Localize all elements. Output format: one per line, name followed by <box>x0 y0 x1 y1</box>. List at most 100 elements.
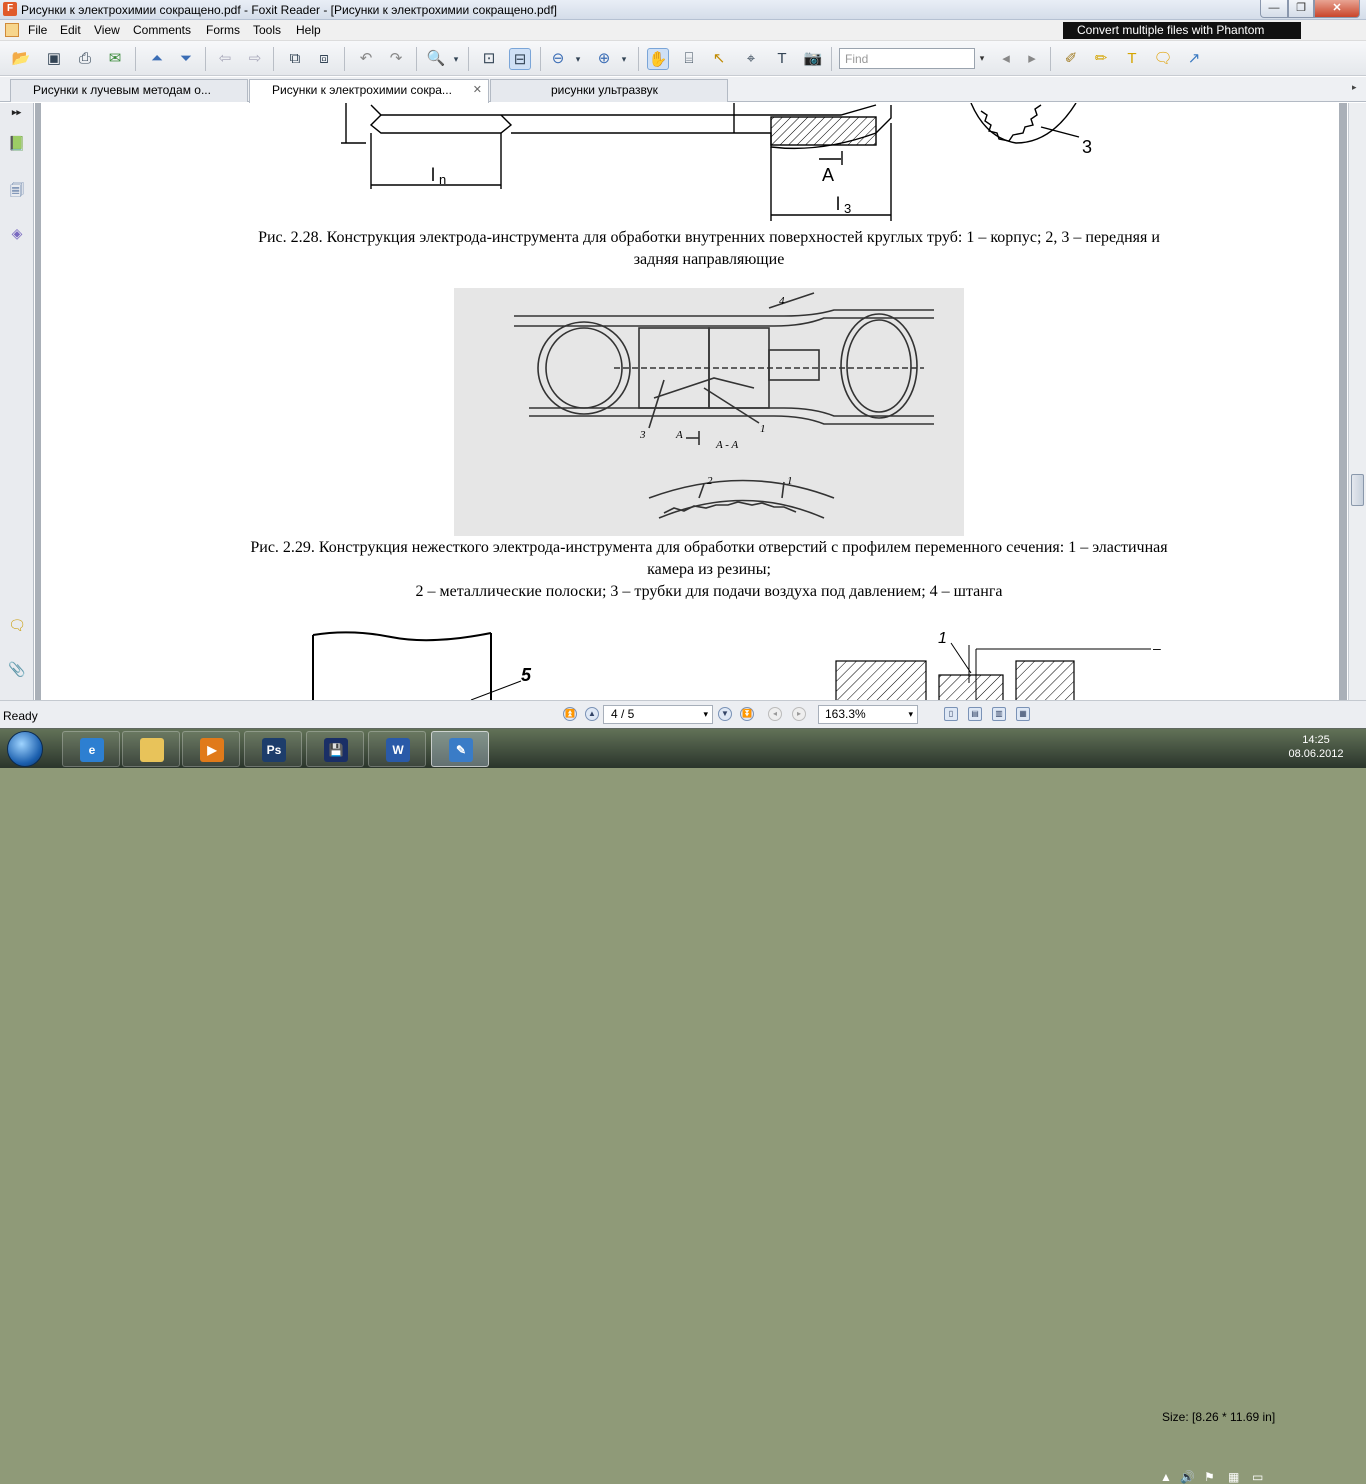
ad-banner[interactable]: Convert multiple files with Phantom <box>1063 22 1301 39</box>
single-page-icon[interactable]: ▯ <box>944 707 958 721</box>
vertical-scrollbar[interactable] <box>1348 103 1366 700</box>
tab-scroll-icon[interactable]: ▸ <box>1352 82 1364 96</box>
back-icon[interactable]: ⇦ <box>214 48 236 70</box>
first-page-icon[interactable]: ⏫ <box>563 707 577 721</box>
volume-icon[interactable]: 🔊 <box>1180 1470 1195 1484</box>
page-number-input[interactable]: 4 / 5 ▾ <box>603 705 713 724</box>
label-l3-sub: 3 <box>844 201 851 216</box>
zoom-out-dropdown-icon[interactable]: ▾ <box>572 48 584 70</box>
taskbar-foxit-button[interactable]: ✎ <box>431 731 489 767</box>
caption-2-29-line2: камера из резины; <box>647 561 771 578</box>
tab-close-icon[interactable]: ✕ <box>473 80 482 101</box>
redo-icon[interactable]: ↷ <box>385 48 407 70</box>
select-annotation-icon[interactable]: ↖ <box>708 48 730 70</box>
print-icon[interactable]: ⎙ <box>74 48 96 70</box>
foxit-app-icon[interactable]: F <box>3 2 17 16</box>
find-next-icon[interactable]: ▸ <box>1021 48 1043 70</box>
save-icon[interactable]: ▣ <box>43 48 65 70</box>
continuous-icon[interactable]: ▤ <box>968 707 982 721</box>
toolbar: 📂 ▣ ⎙ ✉ ⏶ ⏷ ⇦ ⇨ ⧉ ⧈ ↶ ↷ 🔍 ▾ ⊡ ⊟ ⊖ ▾ ⊕ ▾ … <box>0 41 1366 76</box>
forward-icon[interactable]: ⇨ <box>244 48 266 70</box>
extract-pages-icon[interactable]: ⧉ <box>284 48 306 70</box>
hand-tool-icon[interactable]: ✋ <box>647 48 669 70</box>
back-status-icon[interactable]: ◂ <box>768 707 782 721</box>
undo-icon[interactable]: ↶ <box>355 48 377 70</box>
zoom-in-circle-icon[interactable]: ⊕ <box>593 48 615 70</box>
minimize-button[interactable]: — <box>1260 0 1288 18</box>
fit-width-icon[interactable]: ⊟ <box>509 48 531 70</box>
prev-page-icon[interactable]: ⏶ <box>146 48 168 70</box>
page-dropdown-icon[interactable]: ▾ <box>703 706 708 723</box>
zoom-in-dropdown-icon[interactable]: ▾ <box>618 48 630 70</box>
taskbar: e ▶ Ps 💾 W ✎ ▲ 🔊 ⚑ ▦ ▭ <box>0 728 1366 1484</box>
start-button[interactable] <box>7 731 43 767</box>
comments-panel-icon[interactable]: 🗨 <box>7 617 27 639</box>
typewriter-icon[interactable]: T <box>771 48 793 70</box>
fig229-label-1b: 1 <box>787 475 793 487</box>
scrollbar-thumb[interactable] <box>1351 474 1364 506</box>
open-icon[interactable]: 📂 <box>10 48 32 70</box>
menu-view[interactable]: View <box>94 23 120 37</box>
label-ln-sub: n <box>439 172 446 187</box>
pages-icon[interactable]: 🗐 <box>7 180 27 202</box>
fit-page-icon[interactable]: ⊡ <box>478 48 500 70</box>
menu-comments[interactable]: Comments <box>133 23 191 37</box>
taskbar-ie-button[interactable]: e <box>62 731 120 767</box>
tab-document-2[interactable]: Рисунки к электрохимии сокра... ✕ <box>249 79 489 103</box>
tab-document-1[interactable]: Рисунки к лучевым методам о... <box>10 79 248 102</box>
find-prev-icon[interactable]: ◂ <box>995 48 1017 70</box>
continuous-facing-icon[interactable]: ▦ <box>1016 707 1030 721</box>
document-view[interactable]: l n A l 3 3 Рис. 2.28. Конструкция элект… <box>35 103 1347 700</box>
tray-expand-icon[interactable]: ▲ <box>1160 1470 1172 1484</box>
zoom-status-dropdown-icon[interactable]: ▾ <box>908 706 913 723</box>
label-3: 3 <box>1082 137 1092 157</box>
menu-edit[interactable]: Edit <box>60 23 81 37</box>
pencil-tool-icon[interactable]: ✏ <box>1090 48 1112 70</box>
layers-icon[interactable]: ◈ <box>7 225 27 247</box>
next-page-status-icon[interactable]: ▼ <box>718 707 732 721</box>
zoom-value: 163.3% <box>825 707 866 721</box>
taskbar-media-button[interactable]: ▶ <box>182 731 240 767</box>
zoom-in-icon[interactable]: 🔍 <box>425 48 447 70</box>
clock[interactable]: 14:25 08.06.2012 <box>1280 733 1352 761</box>
menu-file[interactable]: File <box>28 23 47 37</box>
restore-button[interactable]: ❐ <box>1288 0 1314 18</box>
next-page-icon[interactable]: ⏷ <box>175 48 197 70</box>
snapshot-icon[interactable]: 📷 <box>802 48 824 70</box>
find-binoculars-icon[interactable]: ⌖ <box>740 48 762 70</box>
facing-icon[interactable]: ▥ <box>992 707 1006 721</box>
zoom-dropdown-icon[interactable]: ▾ <box>450 48 462 70</box>
tab-document-3[interactable]: рисунки ультразвук <box>490 79 728 102</box>
taskbar-save-button[interactable]: 💾 <box>306 731 364 767</box>
monitor-icon[interactable]: ▭ <box>1252 1470 1263 1484</box>
find-input[interactable]: Find <box>839 48 975 69</box>
last-page-icon[interactable]: ⏬ <box>740 707 754 721</box>
menu-tools[interactable]: Tools <box>253 23 281 37</box>
panel-collapse-icon[interactable]: ▸▸ <box>12 107 21 118</box>
close-button[interactable]: ✕ <box>1314 0 1360 18</box>
textbox-tool-icon[interactable]: T <box>1121 48 1143 70</box>
arrow-tool-icon[interactable]: ↗ <box>1183 48 1205 70</box>
forward-status-icon[interactable]: ▸ <box>792 707 806 721</box>
taskbar-word-button[interactable]: W <box>368 731 426 767</box>
insert-pages-icon[interactable]: ⧈ <box>313 48 335 70</box>
taskbar-photoshop-button[interactable]: Ps <box>244 731 302 767</box>
menu-forms[interactable]: Forms <box>206 23 240 37</box>
network-icon[interactable]: ▦ <box>1228 1470 1239 1484</box>
photoshop-icon: Ps <box>262 738 286 762</box>
bookmarks-icon[interactable]: 📗 <box>7 135 27 157</box>
find-dropdown-icon[interactable]: ▾ <box>976 48 988 69</box>
email-icon[interactable]: ✉ <box>104 48 126 70</box>
flag-icon[interactable]: ⚑ <box>1204 1470 1215 1484</box>
comment-tool-icon[interactable]: ✐ <box>1060 48 1082 70</box>
menu-help[interactable]: Help <box>296 23 321 37</box>
note-tool-icon[interactable]: 🗨 <box>1152 48 1174 70</box>
pdf-page: l n A l 3 3 Рис. 2.28. Конструкция элект… <box>41 103 1339 700</box>
prev-page-status-icon[interactable]: ▲ <box>585 707 599 721</box>
taskbar-explorer-button[interactable] <box>122 731 180 767</box>
document-menu-icon[interactable] <box>5 23 19 37</box>
zoom-out-circle-icon[interactable]: ⊖ <box>547 48 569 70</box>
zoom-input[interactable]: 163.3% ▾ <box>818 705 918 724</box>
select-text-icon[interactable]: ⌸ <box>678 48 700 70</box>
attachments-icon[interactable]: 📎 <box>7 661 27 683</box>
